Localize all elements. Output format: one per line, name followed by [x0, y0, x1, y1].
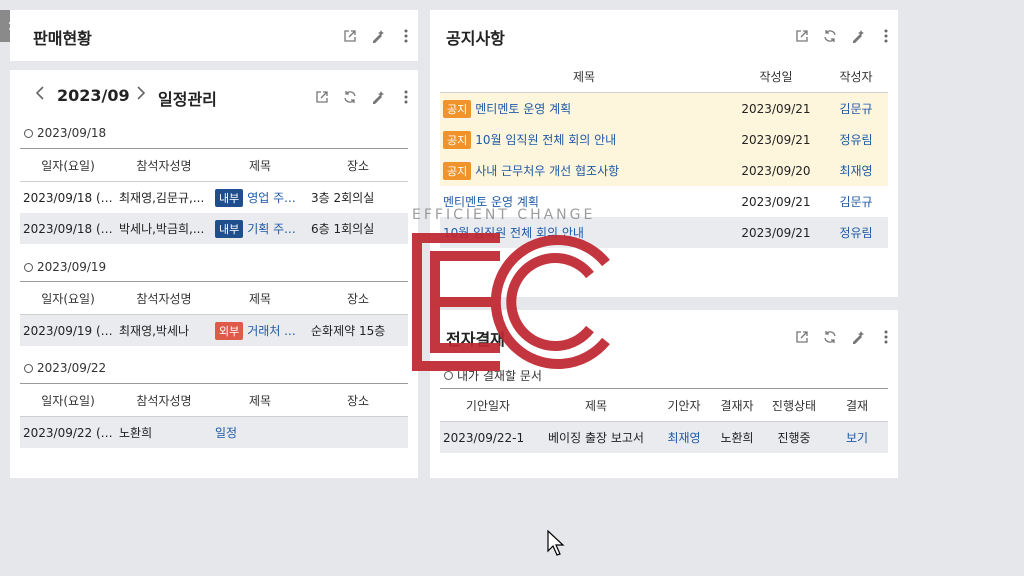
- author-link[interactable]: 김문규: [824, 186, 888, 217]
- table-row[interactable]: 2023/09/22-1 베이징 출장 보고서 최재영 노환희 진행중 보기: [440, 421, 888, 453]
- panel-title: 공지사항: [446, 29, 505, 48]
- edit-wand-icon[interactable]: [369, 27, 387, 45]
- column-header: 참석자성명: [116, 148, 212, 182]
- refresh-icon[interactable]: [821, 328, 839, 346]
- clock-icon: [24, 363, 33, 373]
- sales-panel: 판매현황: [10, 10, 418, 61]
- column-header: 제목: [212, 383, 308, 417]
- column-header: 결재자: [712, 388, 762, 422]
- table-row[interactable]: 공지 10월 임직원 전체 회의 안내 2023/09/21 정유림: [440, 124, 888, 155]
- current-month: 2023/09: [57, 86, 130, 105]
- column-header: 제목: [212, 148, 308, 182]
- column-header: 작성자: [824, 60, 888, 93]
- more-menu-icon[interactable]: [877, 328, 895, 346]
- notice-title-link[interactable]: 10월 임직원 전체 회의 안내: [475, 133, 616, 147]
- badge-notice: 공지: [443, 130, 472, 149]
- panel-title: 일정관리: [158, 90, 217, 109]
- view-link[interactable]: 보기: [826, 421, 888, 453]
- column-header: 기안자: [656, 388, 712, 422]
- more-menu-icon[interactable]: [397, 88, 415, 106]
- schedule-date-header: 2023/09/18: [24, 126, 106, 140]
- author-link[interactable]: 정유림: [824, 124, 888, 155]
- notice-title-link[interactable]: 사내 근무처우 개선 협조사항: [475, 164, 619, 178]
- column-header: 참석자성명: [116, 383, 212, 417]
- clock-icon: [24, 262, 33, 272]
- clock-icon: [24, 128, 33, 138]
- open-external-icon[interactable]: [793, 27, 811, 45]
- table-row[interactable]: 2023/09/22 (금) 노환희 일정: [20, 416, 408, 448]
- schedule-subject-link[interactable]: 영업 주...: [247, 191, 295, 205]
- next-month-button[interactable]: [136, 85, 146, 106]
- column-header: 장소: [308, 281, 408, 315]
- column-header: 장소: [308, 383, 408, 417]
- column-header: 결재: [826, 388, 888, 422]
- column-header: 제목: [440, 60, 728, 93]
- schedule-date-header: 2023/09/22: [24, 361, 106, 375]
- more-menu-icon[interactable]: [397, 27, 415, 45]
- chevron-left-icon: [35, 86, 44, 100]
- clock-icon: [444, 371, 453, 380]
- column-header: 진행상태: [762, 388, 826, 422]
- column-header: 일자(요일): [20, 281, 116, 315]
- mouse-pointer-icon: [547, 530, 565, 556]
- author-link[interactable]: 최재영: [824, 155, 888, 186]
- chevron-right-icon: [137, 86, 146, 100]
- prev-month-button[interactable]: [35, 85, 45, 106]
- badge-internal: 내부: [215, 188, 244, 207]
- author-link[interactable]: 김문규: [824, 92, 888, 124]
- table-row[interactable]: 공지 멘티멘토 운영 계획 2023/09/21 김문규: [440, 92, 888, 124]
- panel-title: 판매현황: [33, 29, 92, 48]
- more-menu-icon[interactable]: [877, 27, 895, 45]
- edit-wand-icon[interactable]: [369, 88, 387, 106]
- approval-table: 기안일자 제목 기안자 결재자 진행상태 결재 2023/09/22-1 베이징…: [440, 388, 888, 453]
- badge-external: 외부: [215, 321, 244, 340]
- refresh-icon[interactable]: [821, 27, 839, 45]
- schedule-table: 일자(요일) 참석자성명 제목 장소 2023/09/22 (금) 노환희 일정: [20, 383, 408, 448]
- open-external-icon[interactable]: [341, 27, 359, 45]
- schedule-panel: 2023/09 일정관리 2023/09/18 일자(요일) 참석자성명 제목 장소 …: [10, 70, 418, 478]
- schedule-subject-link[interactable]: 일정: [215, 426, 237, 440]
- schedule-table: 일자(요일) 참석자성명 제목 장소 2023/09/19 (화) 최재영,박세나 외…: [20, 281, 408, 346]
- schedule-table: 일자(요일) 참석자성명 제목 장소 2023/09/18 (월) 최재영,김문규,.…: [20, 148, 408, 244]
- column-header: 참석자성명: [116, 281, 212, 315]
- table-row[interactable]: 공지 사내 근무처우 개선 협조사항 2023/09/20 최재영: [440, 155, 888, 186]
- notice-title-link[interactable]: 멘티멘토 운영 계획: [475, 102, 571, 116]
- badge-notice: 공지: [443, 99, 472, 118]
- refresh-icon[interactable]: [341, 88, 359, 106]
- watermark-text: EFFICIENT CHANGE: [412, 207, 596, 223]
- schedule-date-header: 2023/09/19: [24, 260, 106, 274]
- drafter-link[interactable]: 최재영: [656, 421, 712, 453]
- edit-wand-icon[interactable]: [849, 27, 867, 45]
- column-header: 장소: [308, 148, 408, 182]
- edit-wand-icon[interactable]: [849, 328, 867, 346]
- open-external-icon[interactable]: [313, 88, 331, 106]
- table-row[interactable]: 2023/09/18 (월) 박세나,박금희,... 내부 기획 주... 6층 …: [20, 213, 408, 244]
- column-header: 제목: [212, 281, 308, 315]
- table-row[interactable]: 2023/09/19 (화) 최재영,박세나 외부 거래처 ... 순화제약 15…: [20, 314, 408, 346]
- author-link[interactable]: 정유림: [824, 217, 888, 248]
- schedule-subject-link[interactable]: 기획 주...: [247, 222, 295, 236]
- column-header: 작성일: [728, 60, 824, 93]
- table-row[interactable]: 2023/09/18 (월) 최재영,김문규,... 내부 영업 주... 3층 …: [20, 182, 408, 214]
- column-header: 일자(요일): [20, 148, 116, 182]
- column-header: 기안일자: [440, 388, 536, 422]
- badge-internal: 내부: [215, 219, 244, 238]
- open-external-icon[interactable]: [793, 328, 811, 346]
- schedule-subject-link[interactable]: 거래처 ...: [247, 324, 295, 338]
- ec-logo: [412, 233, 610, 371]
- badge-notice: 공지: [443, 161, 472, 180]
- column-header: 제목: [536, 388, 656, 422]
- column-header: 일자(요일): [20, 383, 116, 417]
